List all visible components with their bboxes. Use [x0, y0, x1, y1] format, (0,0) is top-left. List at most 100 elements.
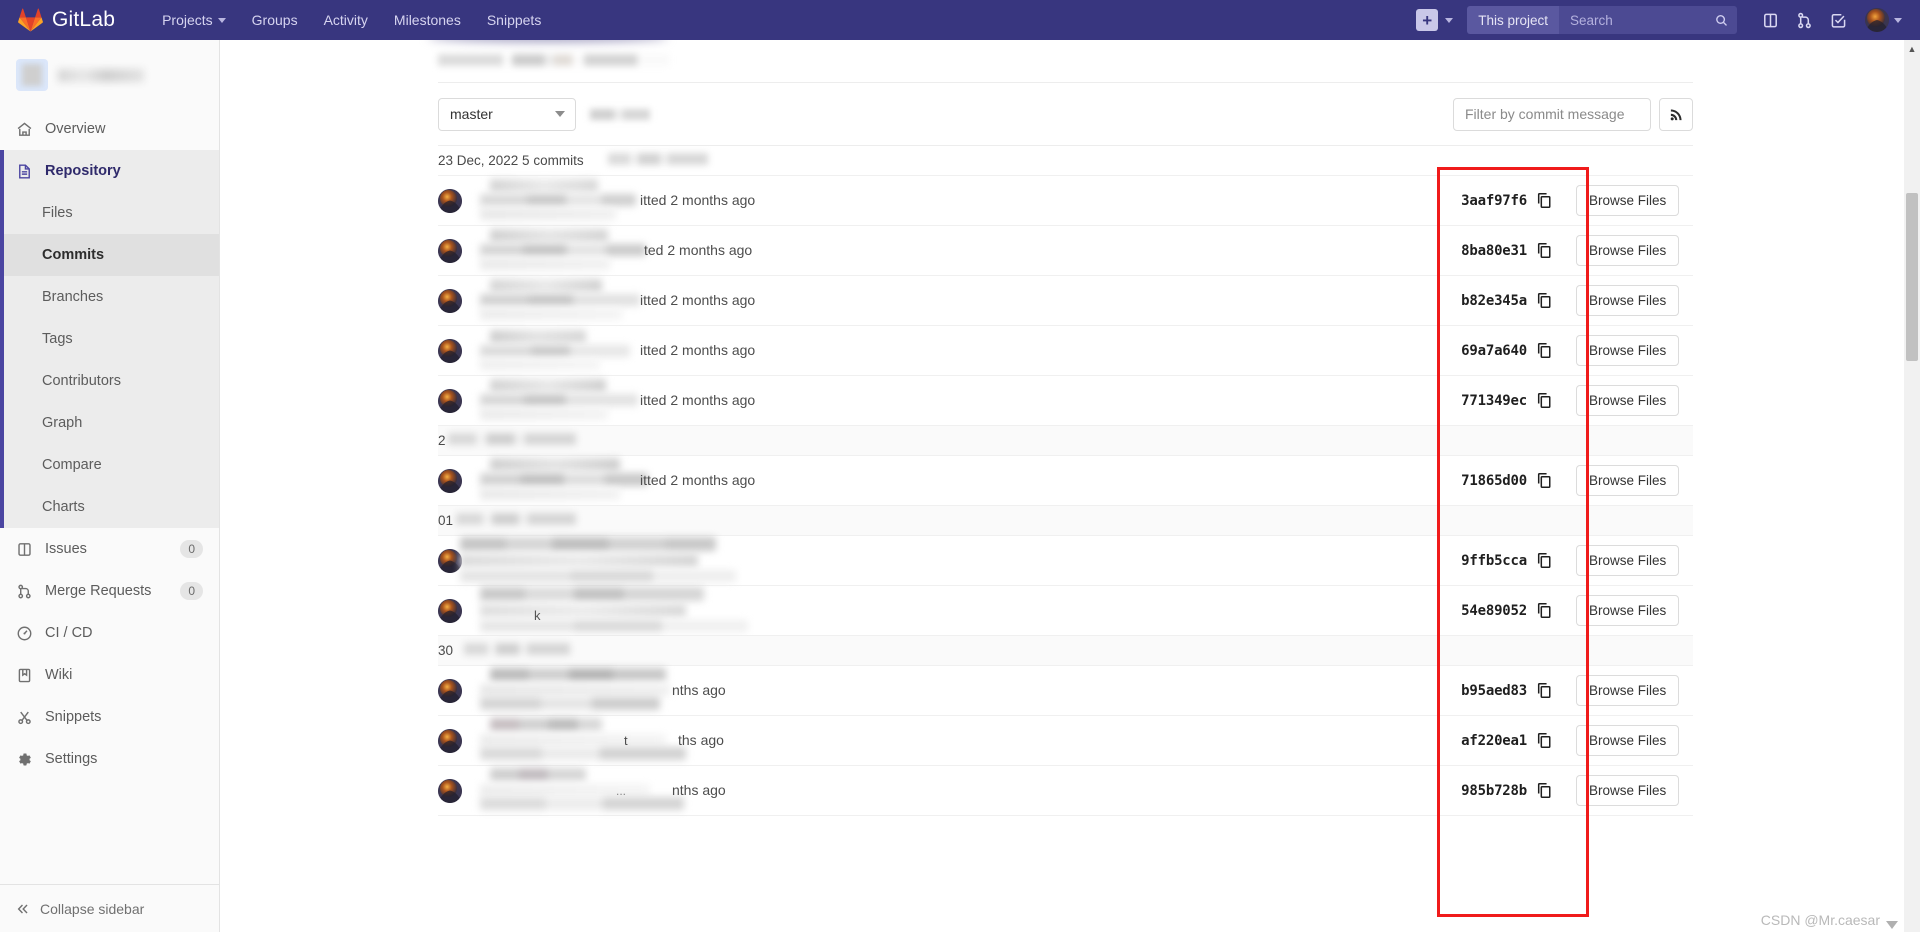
- nav-snippets[interactable]: Snippets: [474, 2, 554, 38]
- copy-icon[interactable]: [1537, 393, 1552, 408]
- table-row[interactable]: itted 2 months ago 3aaf97f6 Browse Files: [438, 176, 1693, 226]
- user-menu[interactable]: [1855, 8, 1908, 32]
- commit-sha[interactable]: 985b728b: [1461, 783, 1527, 799]
- copy-icon[interactable]: [1537, 293, 1552, 308]
- project-header[interactable]: [0, 40, 219, 108]
- sidebar-item-contributors[interactable]: Contributors: [4, 360, 219, 402]
- nav-projects-label: Projects: [162, 12, 213, 28]
- rss-feed-button[interactable]: [1659, 97, 1693, 131]
- commit-sha-cell: 54e89052: [1423, 603, 1568, 619]
- nav-milestones[interactable]: Milestones: [381, 2, 474, 38]
- commit-sha[interactable]: 69a7a640: [1461, 343, 1527, 359]
- browse-files-button[interactable]: Browse Files: [1576, 285, 1680, 316]
- sidebar-item-tags[interactable]: Tags: [4, 318, 219, 360]
- nav-groups[interactable]: Groups: [239, 2, 311, 38]
- commit-message-area: itted 2 months ago: [474, 456, 1423, 506]
- sidebar-item-merge-requests[interactable]: Merge Requests 0: [0, 570, 219, 612]
- table-row[interactable]: t ths ago af220ea1 Browse Files: [438, 716, 1693, 766]
- branch-selector[interactable]: master: [438, 97, 576, 131]
- page-scrollbar[interactable]: ▲: [1904, 40, 1920, 932]
- nav-activity[interactable]: Activity: [311, 2, 381, 38]
- browse-files-button[interactable]: Browse Files: [1576, 385, 1680, 416]
- commit-sha[interactable]: b82e345a: [1461, 293, 1527, 309]
- table-row[interactable]: itted 2 months ago 69a7a640 Browse Files: [438, 326, 1693, 376]
- search-scope-button[interactable]: This project: [1467, 6, 1559, 34]
- sidebar-item-overview[interactable]: Overview: [0, 108, 219, 150]
- browse-files-button[interactable]: Browse Files: [1576, 675, 1680, 706]
- sidebar-item-files[interactable]: Files: [4, 192, 219, 234]
- issues-icon[interactable]: [1753, 0, 1787, 40]
- commit-sha[interactable]: af220ea1: [1461, 733, 1527, 749]
- commit-sha[interactable]: 9ffb5cca: [1461, 553, 1527, 569]
- sidebar-item-ci-cd[interactable]: CI / CD: [0, 612, 219, 654]
- avatar[interactable]: [1865, 8, 1889, 32]
- sidebar-item-settings[interactable]: Settings: [0, 738, 219, 780]
- table-row[interactable]: ted 2 months ago 8ba80e31 Browse Files: [438, 226, 1693, 276]
- chevron-down-icon[interactable]: [1894, 17, 1902, 23]
- search-input[interactable]: [1570, 12, 1709, 28]
- scroll-up-arrow[interactable]: ▲: [1904, 40, 1920, 58]
- browse-files-button[interactable]: Browse Files: [1576, 465, 1680, 496]
- merge-request-icon[interactable]: [1787, 0, 1821, 40]
- browse-files-button[interactable]: Browse Files: [1576, 595, 1680, 626]
- top-navbar: GitLab Projects Groups Activity Mileston…: [0, 0, 1920, 40]
- copy-icon[interactable]: [1537, 683, 1552, 698]
- plus-icon[interactable]: +: [1416, 9, 1439, 31]
- copy-icon[interactable]: [1537, 243, 1552, 258]
- avatar-image: [438, 598, 462, 623]
- copy-icon[interactable]: [1537, 553, 1552, 568]
- commit-sha[interactable]: 71865d00: [1461, 473, 1527, 489]
- commit-sha[interactable]: 8ba80e31: [1461, 243, 1527, 259]
- sidebar-item-charts[interactable]: Charts: [4, 486, 219, 528]
- commit-message-area: itted 2 months ago: [474, 326, 1423, 376]
- browse-files-button[interactable]: Browse Files: [1576, 775, 1680, 806]
- scrollbar-thumb[interactable]: [1906, 193, 1918, 361]
- commit-sha[interactable]: 771349ec: [1461, 393, 1527, 409]
- sidebar-item-issues[interactable]: Issues 0: [0, 528, 219, 570]
- chevron-down-icon: [217, 17, 226, 23]
- sidebar-item-repository[interactable]: Repository: [4, 150, 219, 192]
- gitlab-logo[interactable]: GitLab: [18, 8, 115, 32]
- avatar: [438, 468, 462, 493]
- table-row[interactable]: nths ago b95aed83 Browse Files: [438, 666, 1693, 716]
- table-row[interactable]: itted 2 months ago b82e345a Browse Files: [438, 276, 1693, 326]
- search-icon[interactable]: [1715, 13, 1728, 28]
- table-row[interactable]: ... nths ago 985b728b Browse Files: [438, 766, 1693, 816]
- browse-files-button[interactable]: Browse Files: [1576, 235, 1680, 266]
- copy-icon[interactable]: [1537, 473, 1552, 488]
- sidebar-item-compare[interactable]: Compare: [4, 444, 219, 486]
- copy-icon[interactable]: [1537, 343, 1552, 358]
- path-redacted: [590, 108, 650, 120]
- copy-icon[interactable]: [1537, 603, 1552, 618]
- browse-files-button[interactable]: Browse Files: [1576, 545, 1680, 576]
- commit-timestamp: ths ago: [678, 731, 724, 748]
- commit-filter-input[interactable]: [1453, 97, 1651, 131]
- copy-icon[interactable]: [1537, 193, 1552, 208]
- commit-date-label: 01: [438, 513, 454, 528]
- browse-files-button[interactable]: Browse Files: [1576, 335, 1680, 366]
- todos-icon[interactable]: [1821, 0, 1855, 40]
- sidebar-item-snippets[interactable]: Snippets: [0, 696, 219, 738]
- sidebar-item-branches[interactable]: Branches: [4, 276, 219, 318]
- chevron-down-icon[interactable]: [1445, 17, 1454, 23]
- table-row[interactable]: itted 2 months ago 771349ec Browse Files: [438, 376, 1693, 426]
- copy-icon[interactable]: [1537, 733, 1552, 748]
- commit-message-area: nths ago: [474, 666, 1423, 716]
- commit-sha[interactable]: 54e89052: [1461, 603, 1527, 619]
- commit-timestamp: itted 2 months ago: [640, 291, 756, 308]
- sidebar-item-graph[interactable]: Graph: [4, 402, 219, 444]
- table-row[interactable]: 9ffb5cca Browse Files: [438, 536, 1693, 586]
- sidebar-item-wiki[interactable]: Wiki: [0, 654, 219, 696]
- scroll-down-arrow[interactable]: [1886, 921, 1898, 929]
- browse-files-button[interactable]: Browse Files: [1576, 725, 1680, 756]
- commit-sha[interactable]: 3aaf97f6: [1461, 193, 1527, 209]
- new-menu[interactable]: +: [1416, 9, 1454, 31]
- copy-icon[interactable]: [1537, 783, 1552, 798]
- table-row[interactable]: k 54e89052 Browse Files: [438, 586, 1693, 636]
- nav-projects[interactable]: Projects: [149, 2, 239, 38]
- table-row[interactable]: itted 2 months ago 71865d00 Browse Files: [438, 456, 1693, 506]
- commit-sha[interactable]: b95aed83: [1461, 683, 1527, 699]
- sidebar-item-commits[interactable]: Commits: [4, 234, 219, 276]
- collapse-sidebar-button[interactable]: Collapse sidebar: [0, 884, 219, 932]
- browse-files-button[interactable]: Browse Files: [1576, 185, 1680, 216]
